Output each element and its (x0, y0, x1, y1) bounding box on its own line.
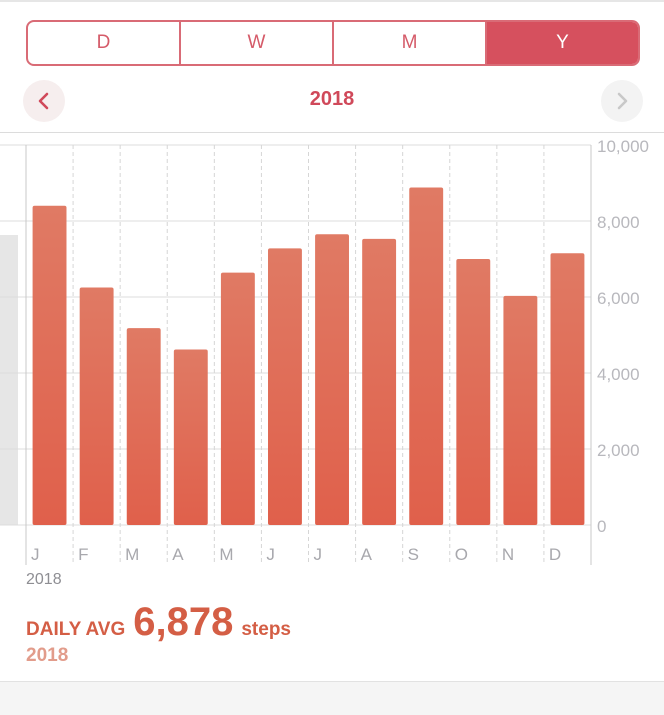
bar-1[interactable] (79, 287, 114, 526)
daily-avg-value: 6,878 (133, 600, 234, 644)
bar-9[interactable] (456, 259, 491, 525)
x-tick-label: A (172, 545, 184, 564)
x-tick-label: J (31, 545, 40, 564)
x-tick-label: J (266, 545, 275, 564)
steps-bar-chart: 0 2,000 4,000 6,000 8,000 10,000 J F M A M J J A S O N D (0, 137, 649, 565)
bar-8[interactable] (409, 187, 444, 525)
y-tick-label: 6,000 (597, 289, 640, 308)
x-tick-label: M (219, 545, 233, 564)
y-tick-label: 0 (597, 517, 606, 536)
bar-4[interactable] (220, 272, 255, 525)
x-tick-label: J (314, 545, 323, 564)
bar-5[interactable] (268, 248, 302, 526)
summary-period: 2018 (26, 645, 69, 666)
y-tick-label: 2,000 (597, 441, 640, 460)
chart-year-caption: 2018 (26, 571, 62, 588)
x-tick-label: A (361, 545, 373, 564)
x-tick-label: M (125, 545, 139, 564)
x-tick-label: F (78, 545, 88, 564)
x-tick-label: O (455, 545, 468, 564)
daily-avg-label: DAILY AVG (26, 619, 126, 640)
daily-avg-unit: steps (241, 619, 291, 640)
y-tick-label: 10,000 (597, 137, 649, 156)
bar-7[interactable] (362, 238, 397, 526)
x-tick-label: S (408, 545, 419, 564)
previous-period-bar (0, 235, 18, 525)
y-tick-label: 8,000 (597, 213, 640, 232)
bar-10[interactable] (503, 295, 538, 525)
bar-0[interactable] (32, 205, 67, 526)
x-tick-label: N (502, 545, 514, 564)
daily-average-summary: DAILY AVG 6,878 steps (26, 600, 291, 645)
footer-band (0, 681, 664, 715)
bar-3[interactable] (173, 349, 208, 525)
bar-2[interactable] (126, 328, 161, 525)
y-tick-label: 4,000 (597, 365, 640, 384)
bar-11[interactable] (550, 253, 585, 526)
x-tick-label: D (549, 545, 561, 564)
bar-6[interactable] (315, 234, 349, 526)
